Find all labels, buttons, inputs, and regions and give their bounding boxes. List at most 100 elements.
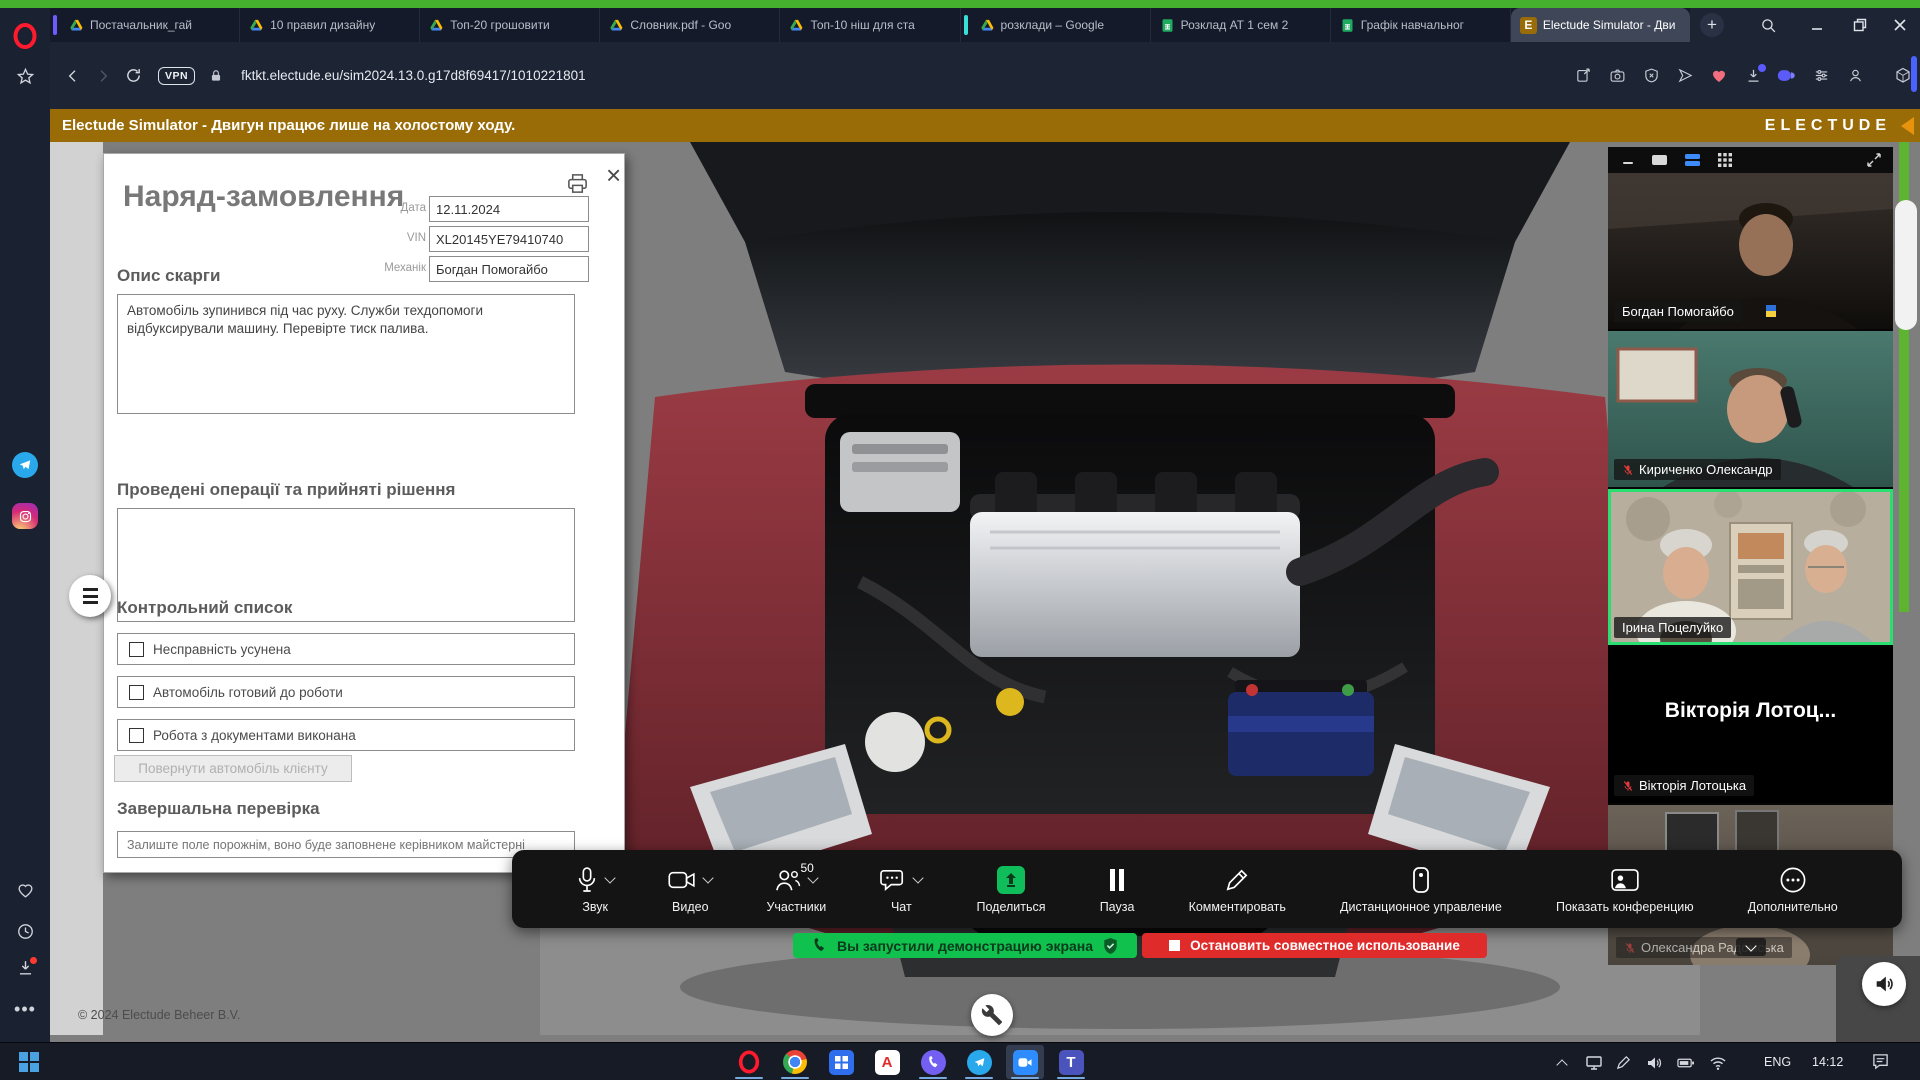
restore-icon[interactable] [1840,8,1880,42]
speaker-view-icon[interactable] [1652,154,1667,166]
notification-center-icon[interactable] [1872,1053,1889,1070]
snapshot-camera-icon[interactable] [1600,61,1634,91]
send-icon[interactable] [1668,61,1702,91]
video-button[interactable]: Видео [668,865,712,914]
favorites-heart-icon[interactable] [1702,61,1736,91]
annotate-button[interactable]: Комментировать [1189,865,1286,914]
tab-5[interactable]: Топ-10 ніш для ста [780,8,960,42]
start-button[interactable] [10,1045,48,1079]
shield-off-icon[interactable] [1634,61,1668,91]
lock-icon[interactable] [201,61,231,91]
sidebar-more-icon[interactable]: ••• [0,991,50,1027]
strip-view-icon[interactable] [1685,154,1700,166]
tab-3[interactable]: Топ-20 грошовити [420,8,600,42]
tray-battery-icon[interactable] [1677,1054,1694,1071]
checkbox[interactable] [129,728,144,743]
tray-volume-icon[interactable] [1645,1054,1662,1071]
taskbar-apps-grid-icon[interactable] [822,1045,860,1079]
vpn-pro-icon[interactable] [1770,61,1804,91]
downloads-icon[interactable] [1736,61,1770,91]
audio-button[interactable]: Звук [576,865,614,914]
fullscreen-icon[interactable] [1867,153,1881,167]
final-check-input[interactable] [117,831,575,858]
date-field[interactable] [429,196,589,222]
telegram-icon[interactable] [0,447,50,483]
vpn-badge[interactable]: VPN [158,67,195,85]
favorites-heart-icon[interactable] [0,872,50,908]
checklist-label: Несправність усунена [153,642,291,657]
tab-9-active[interactable]: E Electude Simulator - Дви [1511,8,1690,42]
tools-wrench-button[interactable] [971,994,1013,1036]
edit-icon[interactable] [1566,61,1600,91]
search-icon[interactable] [1748,8,1788,42]
opera-logo-icon[interactable] [0,18,50,54]
drive-icon [429,18,444,33]
scroll-indicator[interactable] [1911,56,1917,92]
taskbar-viber-icon[interactable] [914,1045,952,1079]
participant-name: Богдан Помогайбо [1622,304,1734,319]
chevron-down-icon[interactable] [604,872,615,883]
participants-button[interactable]: 50 Участники [766,865,826,914]
url-text[interactable]: fktkt.electude.eu/sim2024.13.0.g17d8f694… [241,68,586,83]
tab-4[interactable]: Словник.pdf - Goo [600,8,780,42]
reload-icon[interactable] [118,61,148,91]
tray-pen-icon[interactable] [1615,1054,1632,1071]
history-clock-icon[interactable] [0,913,50,949]
grid-view-icon[interactable] [1718,153,1732,167]
tray-network-icon[interactable] [1709,1054,1726,1071]
tab-6[interactable]: розклади – Google [971,8,1151,42]
share-screen-button[interactable]: Поделиться [977,865,1046,914]
stop-sharing-button[interactable]: Остановить совместное использование [1142,933,1487,958]
zoom-scrollbar-thumb[interactable] [1895,200,1917,330]
tab-2[interactable]: 10 правил дизайну [240,8,420,42]
mechanic-field[interactable] [429,256,589,282]
video-tile[interactable]: Богдан Помогайбо [1608,173,1893,329]
taskbar-opera-icon[interactable] [730,1045,768,1079]
checkbox[interactable] [129,685,144,700]
hidden-icons-chevron[interactable] [1553,1054,1570,1071]
tab-7[interactable]: Розклад АТ 1 сем 2 [1151,8,1331,42]
vin-field[interactable] [429,226,589,252]
minimize-icon[interactable] [1797,8,1837,42]
taskbar-teams-icon[interactable]: T [1052,1045,1090,1079]
settings-sliders-icon[interactable] [1804,61,1838,91]
show-meeting-button[interactable]: Показать конференцию [1556,865,1694,914]
video-tile-active-speaker[interactable]: Ірина Поцелуйко [1608,489,1893,645]
remote-control-button[interactable]: Дистанционное управление [1340,865,1502,914]
close-icon[interactable] [1880,8,1920,42]
forward-icon[interactable] [88,61,118,91]
return-car-button[interactable]: Повернути автомобіль клієнту [114,755,352,782]
language-indicator[interactable]: ENG [1764,1043,1791,1080]
speed-dial-star-icon[interactable] [0,58,50,94]
video-tile[interactable]: Кириченко Олександр [1608,331,1893,487]
tab-8[interactable]: Графік навчальног [1331,8,1511,42]
collapse-videos-button[interactable] [1736,938,1766,956]
new-tab-button[interactable]: + [1700,13,1724,37]
sim-menu-button[interactable] [69,575,111,617]
pause-button[interactable]: Пауза [1100,865,1135,914]
complaint-textarea[interactable]: Автомобіль зупинився під час руху. Служб… [117,294,575,414]
downloads-icon[interactable] [0,949,50,985]
mic-muted-icon [1624,942,1636,954]
chevron-down-icon[interactable] [703,872,714,883]
taskbar-telegram-icon[interactable] [960,1045,998,1079]
tab-label: 10 правил дизайну [270,18,375,32]
taskbar-letter-a-icon[interactable]: A [868,1045,906,1079]
taskbar-zoom-icon[interactable] [1006,1045,1044,1079]
checkbox[interactable] [129,642,144,657]
minimize-icon[interactable] [1622,154,1634,166]
tray-display-icon[interactable] [1585,1054,1602,1071]
back-icon[interactable] [58,61,88,91]
close-form-icon[interactable]: × [606,162,621,188]
speaker-icon [1873,973,1895,995]
speaker-button[interactable] [1862,962,1906,1006]
video-tile[interactable]: Вікторія Лотоц... Вікторія Лотоцька [1608,647,1893,803]
clock[interactable]: 14:12 [1812,1043,1843,1080]
profile-icon[interactable] [1838,61,1872,91]
more-button[interactable]: Дополнительно [1748,865,1838,914]
instagram-icon[interactable] [0,498,50,534]
chevron-down-icon[interactable] [913,872,924,883]
taskbar-chrome-icon[interactable] [776,1045,814,1079]
tab-1[interactable]: Постачальник_гай [60,8,240,42]
chat-button[interactable]: Чат [880,865,922,914]
